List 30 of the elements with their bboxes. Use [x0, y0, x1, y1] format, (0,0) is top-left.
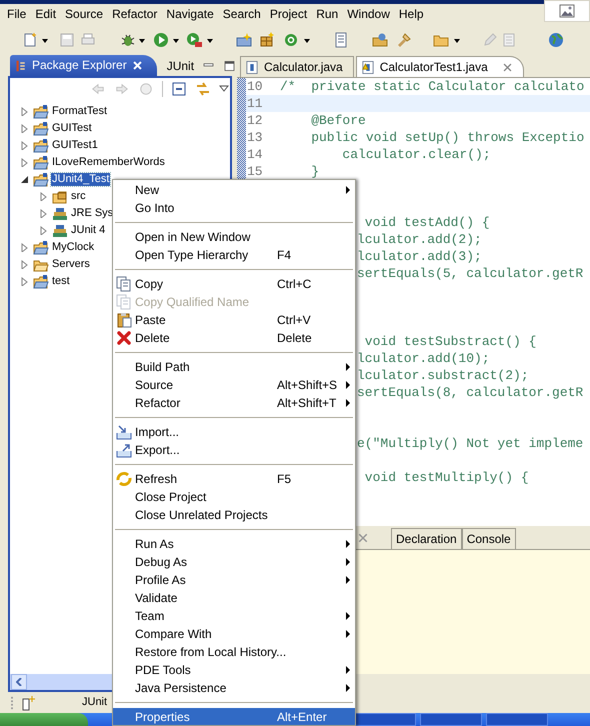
code-line: public void setUp() throws Exceptio: [310, 130, 584, 146]
line-number: 14: [246, 146, 264, 162]
code-line: calculator.clear();: [341, 146, 491, 162]
code-line: void testAdd() {: [364, 214, 490, 230]
shortcut-label: Alt+Shift+S: [277, 378, 338, 392]
code-line: /* private static Calculator calculato: [280, 78, 584, 94]
code-line: void testMultiply() {: [364, 470, 529, 486]
line-number: 10: [246, 78, 264, 94]
code-line: @Before: [310, 112, 366, 128]
shortcut-label: Ctrl+C: [277, 276, 312, 291]
shortcut-label: F4: [277, 248, 292, 262]
line-number: 12: [246, 112, 264, 128]
line-number: 13: [246, 130, 264, 146]
code-line: sertEquals(5, calculator.getR: [357, 266, 584, 282]
line-number: 15: [246, 164, 264, 180]
shortcut-label: Alt+Enter: [277, 710, 327, 724]
shortcut-label: Delete: [277, 330, 312, 345]
status-label: JUnit: [82, 696, 108, 710]
code-line: }: [310, 164, 320, 180]
code-line: lculator.add(10);: [357, 350, 490, 366]
line-number: 11: [246, 96, 264, 112]
shortcut-label: Alt+Shift+T: [277, 396, 336, 410]
code-line: void testSubstract() {: [364, 334, 536, 350]
code-line: lculator.add(3);: [357, 248, 482, 264]
code-line: lculator.substract(2);: [357, 368, 529, 384]
code-line: lculator.add(2);: [357, 232, 482, 248]
shortcut-label: Ctrl+V: [277, 312, 311, 327]
code-line: e("Multiply() Not yet impleme: [357, 436, 584, 452]
code-line: sertEquals(8, calculator.getR: [357, 384, 584, 400]
shortcut-label: F5: [277, 472, 292, 486]
